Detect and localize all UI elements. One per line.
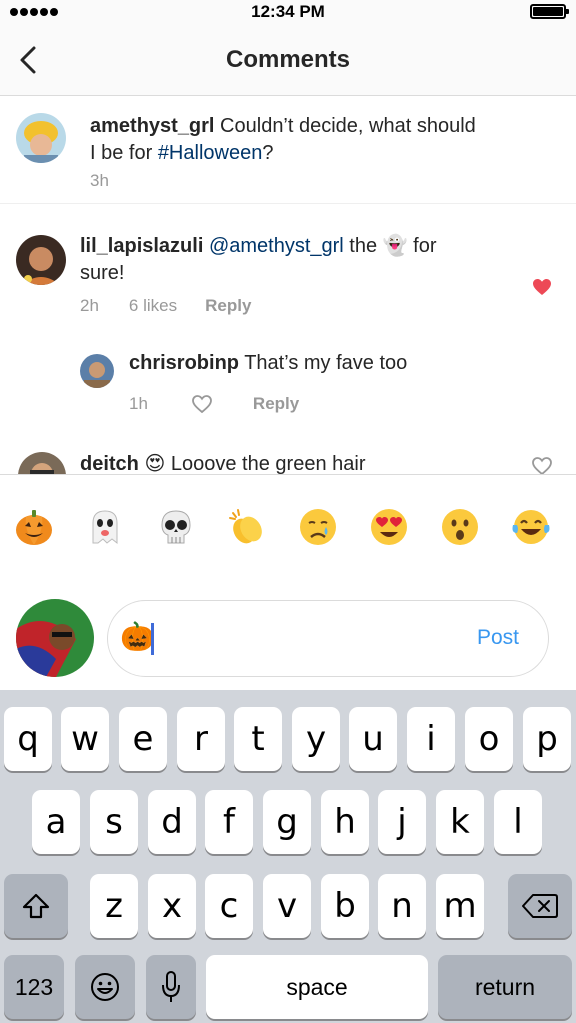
- key-y[interactable]: y: [292, 707, 340, 771]
- key-g[interactable]: g: [263, 790, 311, 854]
- avatar[interactable]: [16, 235, 66, 285]
- key-d[interactable]: d: [148, 790, 196, 854]
- ghost-emoji: 👻: [382, 235, 408, 257]
- status-bar: 12:34 PM: [0, 0, 576, 26]
- comment-meta: 2h 6 likes Reply: [80, 296, 251, 316]
- tears-of-joy-emoji-button[interactable]: [511, 507, 551, 547]
- keyboard: q w e r t y u i o p a s d f g h j k l z …: [0, 690, 576, 1023]
- key-r[interactable]: r: [177, 707, 225, 771]
- key-o[interactable]: o: [465, 707, 513, 771]
- emoji-bar: [0, 474, 576, 584]
- caption-text-part: ?: [262, 142, 274, 164]
- backspace-icon: [522, 894, 558, 918]
- comment-time: 2h: [80, 296, 99, 315]
- key-z[interactable]: z: [90, 874, 138, 938]
- key-h[interactable]: h: [321, 790, 369, 854]
- battery-full-icon: [530, 4, 569, 19]
- pumpkin-emoji-button[interactable]: [14, 507, 54, 547]
- shift-key[interactable]: [4, 874, 68, 938]
- nav-bar: Comments: [0, 26, 576, 96]
- key-l[interactable]: l: [494, 790, 542, 854]
- surprised-emoji-button[interactable]: [440, 507, 480, 547]
- username[interactable]: lil_lapislazuli: [80, 235, 203, 257]
- key-s[interactable]: s: [90, 790, 138, 854]
- post-button[interactable]: Post: [477, 626, 519, 650]
- heart-eyes-emoji-button[interactable]: [369, 507, 409, 547]
- like-count[interactable]: 6 likes: [129, 296, 177, 316]
- username[interactable]: deitch: [80, 453, 139, 474]
- key-i[interactable]: i: [407, 707, 455, 771]
- comment-text-part: sure!: [80, 262, 125, 284]
- key-j[interactable]: j: [378, 790, 426, 854]
- heart-outline-icon[interactable]: [192, 395, 212, 413]
- shift-icon: [22, 893, 50, 919]
- skull-emoji-button[interactable]: [156, 507, 196, 547]
- avatar[interactable]: [80, 354, 114, 388]
- username[interactable]: chrisrobinp: [129, 352, 239, 374]
- key-f[interactable]: f: [205, 790, 253, 854]
- comment-input-text: 🎃: [120, 621, 155, 652]
- page-title: Comments: [225, 46, 351, 73]
- caption-time: 3h: [90, 171, 109, 190]
- caption-text-part: Couldn’t decide, what should: [214, 115, 476, 137]
- comment-text-part: That’s my fave too: [239, 352, 408, 374]
- comment-text: lil_lapislazuli @amethyst_grl the 👻 for …: [80, 233, 520, 287]
- key-e[interactable]: e: [119, 707, 167, 771]
- comment-text-part: for: [407, 235, 437, 257]
- numbers-key[interactable]: 123: [4, 955, 64, 1019]
- comments-list[interactable]: amethyst_grl Couldn’t decide, what shoul…: [0, 96, 576, 474]
- key-m[interactable]: m: [436, 874, 484, 938]
- comment-text-part: the: [343, 235, 383, 257]
- key-q[interactable]: q: [4, 707, 52, 771]
- emoji-key[interactable]: [75, 955, 135, 1019]
- key-w[interactable]: w: [61, 707, 109, 771]
- comment-meta: 1h Reply: [129, 394, 299, 414]
- caption-item: amethyst_grl Couldn’t decide, what shoul…: [0, 96, 576, 204]
- hashtag-link[interactable]: #Halloween: [158, 142, 263, 164]
- key-t[interactable]: t: [234, 707, 282, 771]
- comment-text-part: Looove the green hair: [165, 453, 366, 474]
- key-a[interactable]: a: [32, 790, 80, 854]
- space-key[interactable]: space: [206, 955, 428, 1019]
- username[interactable]: amethyst_grl: [90, 115, 215, 137]
- avatar[interactable]: [16, 113, 66, 163]
- smiley-icon: [91, 973, 119, 1001]
- heart-outline-icon[interactable]: [532, 457, 552, 474]
- reply-button[interactable]: Reply: [253, 394, 299, 414]
- reply-button[interactable]: Reply: [205, 296, 251, 316]
- comment-text: deitch 😍 Looove the green hair: [80, 451, 500, 474]
- comment-input[interactable]: 🎃 Post: [107, 600, 549, 677]
- key-x[interactable]: x: [148, 874, 196, 938]
- key-b[interactable]: b: [321, 874, 369, 938]
- mention-link[interactable]: @amethyst_grl: [209, 235, 344, 257]
- key-v[interactable]: v: [263, 874, 311, 938]
- delete-key[interactable]: [508, 874, 572, 938]
- key-p[interactable]: p: [523, 707, 571, 771]
- status-time: 12:34 PM: [251, 2, 325, 21]
- key-n[interactable]: n: [378, 874, 426, 938]
- heart-filled-icon[interactable]: [532, 278, 552, 301]
- ghost-emoji-button[interactable]: [85, 507, 125, 547]
- caption-text-part: I be for: [90, 142, 158, 164]
- key-c[interactable]: c: [205, 874, 253, 938]
- dictation-key[interactable]: [146, 955, 196, 1019]
- key-k[interactable]: k: [436, 790, 484, 854]
- composer-avatar: [16, 599, 94, 677]
- crying-emoji-button[interactable]: [298, 507, 338, 547]
- avatar[interactable]: [18, 452, 66, 474]
- return-key[interactable]: return: [438, 955, 572, 1019]
- text-caret: [151, 623, 154, 655]
- comment-text: chrisrobinp That’s my fave too: [129, 350, 549, 377]
- caption-text: amethyst_grl Couldn’t decide, what shoul…: [90, 113, 550, 167]
- microphone-icon: [162, 971, 180, 1002]
- key-u[interactable]: u: [349, 707, 397, 771]
- heart-eyes-emoji: 😍: [144, 453, 166, 474]
- comment-time: 1h: [129, 394, 148, 413]
- clapping-emoji-button[interactable]: [227, 507, 267, 547]
